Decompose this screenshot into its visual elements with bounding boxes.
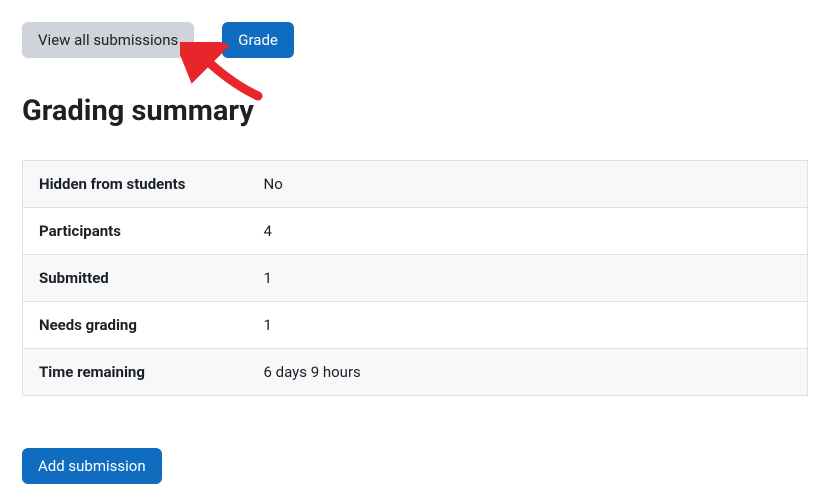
- summary-value: 1: [248, 255, 808, 302]
- summary-label: Time remaining: [23, 349, 248, 396]
- add-submission-button[interactable]: Add submission: [22, 448, 162, 484]
- grade-button[interactable]: Grade: [222, 22, 294, 58]
- view-all-submissions-button[interactable]: View all submissions: [22, 22, 194, 58]
- table-row: Needs grading 1: [23, 302, 808, 349]
- summary-label: Hidden from students: [23, 161, 248, 208]
- summary-value: 1: [248, 302, 808, 349]
- summary-value: 4: [248, 208, 808, 255]
- summary-label: Participants: [23, 208, 248, 255]
- table-row: Participants 4: [23, 208, 808, 255]
- summary-label: Submitted: [23, 255, 248, 302]
- top-button-row: View all submissions Grade: [22, 22, 808, 58]
- page-title: Grading summary: [22, 94, 808, 128]
- table-row: Time remaining 6 days 9 hours: [23, 349, 808, 396]
- summary-value: No: [248, 161, 808, 208]
- grading-summary-table: Hidden from students No Participants 4 S…: [22, 160, 808, 396]
- summary-label: Needs grading: [23, 302, 248, 349]
- summary-value: 6 days 9 hours: [248, 349, 808, 396]
- table-row: Hidden from students No: [23, 161, 808, 208]
- table-row: Submitted 1: [23, 255, 808, 302]
